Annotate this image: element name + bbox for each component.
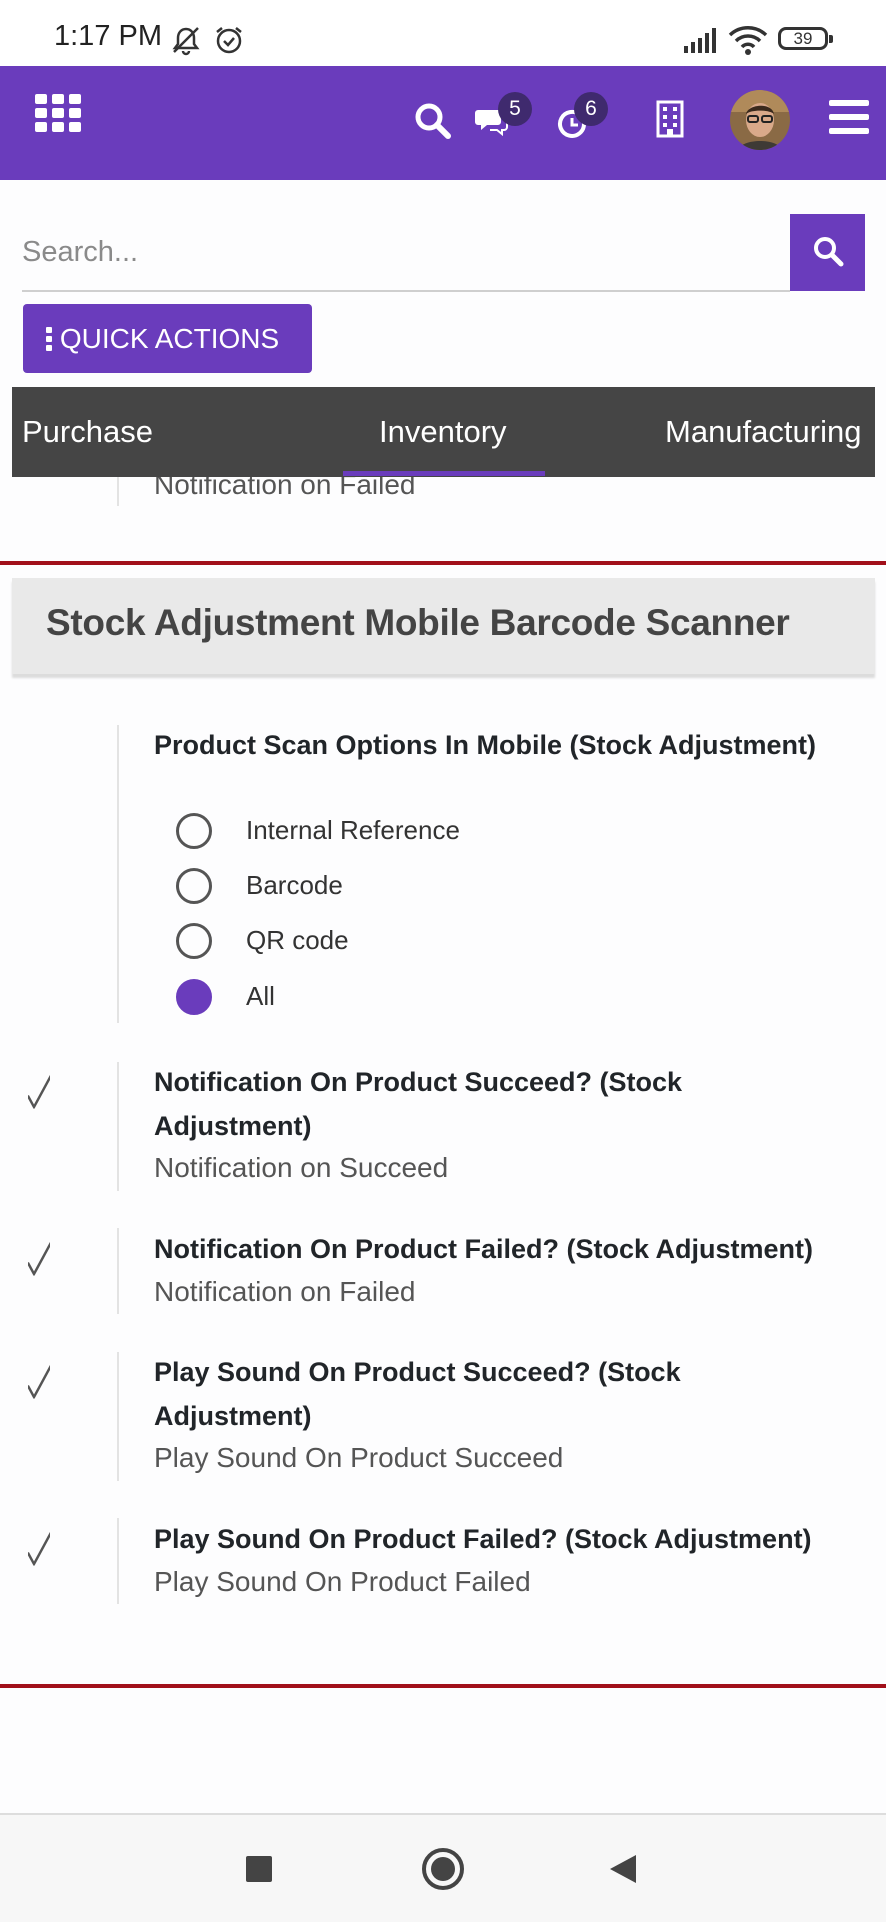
activities-button[interactable]: 6 [552,92,608,144]
radio-all[interactable] [176,979,212,1015]
tab-purchase[interactable]: Purchase [22,414,153,450]
user-avatar[interactable] [730,90,790,150]
search-icon[interactable] [414,102,452,140]
setting-title-sound-succeed: Play Sound On Product Succeed? (Stock [154,1357,681,1387]
checkmark-icon[interactable] [28,1530,50,1570]
section-title: Stock Adjustment Mobile Barcode Scanner [46,602,790,643]
radio-internal-reference[interactable] [176,813,212,849]
system-navigation-bar [0,1813,886,1922]
back-button-icon[interactable] [608,1853,638,1885]
mute-notifications-icon [172,27,200,56]
radio-label-barcode[interactable]: Barcode [246,870,343,901]
messages-button[interactable]: 5 [472,92,532,142]
radio-label-all[interactable]: All [246,981,275,1012]
setting-title-sound-failed: Play Sound On Product Failed? (Stock Adj… [154,1524,812,1554]
wifi-icon [728,26,768,55]
active-tab-indicator [343,471,545,476]
setting-desc-notify-failed: Notification on Failed [154,1276,416,1307]
setting-divider [117,1228,119,1314]
alarm-icon [216,27,242,54]
kebab-icon [45,326,52,351]
tab-manufacturing[interactable]: Manufacturing [665,414,861,450]
hamburger-menu-icon[interactable] [829,99,869,135]
cellular-signal-icon [684,28,716,53]
checkmark-icon[interactable] [28,1363,50,1403]
setting-divider [117,1518,119,1604]
app-header: 5 6 [0,66,886,180]
search-input[interactable] [22,214,790,292]
checkmark-icon[interactable] [28,1073,50,1113]
checkmark-icon[interactable] [28,1240,50,1280]
setting-title-notify-succeed: Notification On Product Succeed? (Stock [154,1067,683,1097]
quick-actions-button[interactable]: QUICK ACTIONS [23,304,312,373]
setting-title-notify-failed: Notification On Product Failed? (Stock A… [154,1234,814,1264]
radio-barcode[interactable] [176,868,212,904]
messages-badge: 5 [498,92,532,126]
recents-button-icon[interactable] [246,1856,272,1882]
setting-divider [117,725,119,1023]
search-button[interactable] [790,214,865,291]
activities-badge: 6 [574,92,608,126]
status-time: 1:17 PM [54,20,162,52]
home-button-icon[interactable] [421,1847,465,1891]
section-divider [0,1684,886,1688]
setting-title-notify-succeed-cont: Adjustment) [154,1111,312,1141]
section-divider [0,561,886,565]
setting-divider [117,1352,119,1481]
tab-inventory[interactable]: Inventory [379,414,507,450]
radio-label-internal-reference[interactable]: Internal Reference [246,815,460,846]
setting-desc-sound-succeed: Play Sound On Product Succeed [154,1442,564,1473]
setting-title-sound-succeed-cont: Adjustment) [154,1401,312,1431]
setting-desc-sound-failed: Play Sound On Product Failed [154,1566,531,1597]
apps-menu-icon[interactable] [35,94,83,132]
status-bar: 1:17 PM 39 [0,0,886,66]
radio-qr-code[interactable] [176,923,212,959]
battery-indicator: 39 [778,27,833,50]
app-tabs: Purchase Inventory Manufacturing [12,387,875,477]
search-icon [813,237,843,267]
scan-options-title: Product Scan Options In Mobile (Stock Ad… [154,730,817,760]
setting-divider [117,1062,119,1191]
company-building-icon[interactable] [656,100,684,138]
setting-desc-notify-succeed: Notification on Succeed [154,1152,449,1183]
radio-label-qr-code[interactable]: QR code [246,925,349,956]
quick-actions-label: QUICK ACTIONS [59,322,280,354]
